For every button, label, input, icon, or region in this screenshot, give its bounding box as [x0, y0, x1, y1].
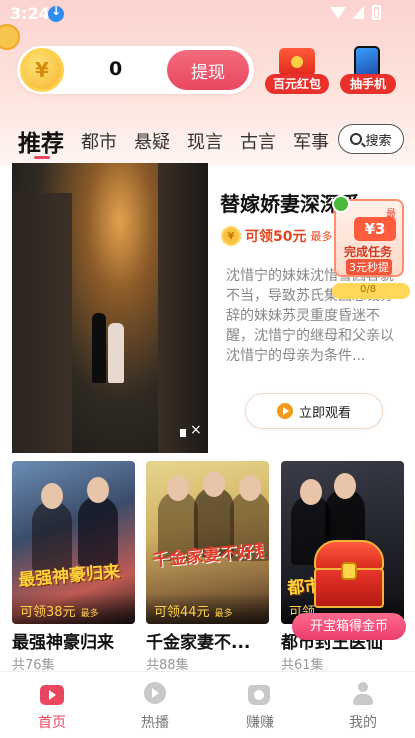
play-icon [276, 403, 293, 419]
video-scene [12, 193, 72, 453]
nav-icon [143, 682, 167, 706]
card-reward-suffix: 最多 [80, 609, 99, 619]
card-reward-suffix: 最多 [214, 609, 233, 619]
nav-item-profile[interactable]: 我的 [328, 680, 398, 735]
coin-icon: ¥ [221, 226, 241, 246]
chest-lock-icon [341, 562, 357, 580]
poster-figure [167, 475, 189, 501]
poster-figure [32, 501, 72, 571]
task-progress-text: 0/8 [360, 284, 377, 295]
reward-suffix: 最多 [310, 230, 333, 243]
card-title[interactable]: 千金家妻不... [146, 628, 269, 653]
card-reward: 可领38元 最多 [12, 593, 135, 624]
video-scene [108, 323, 124, 383]
active-tab-indicator [34, 156, 50, 159]
poster-figure [41, 483, 63, 509]
tab-ancient-romance[interactable]: 古言 [240, 128, 276, 154]
poster-figure [78, 496, 118, 566]
treasure-chest-icon [314, 540, 384, 608]
featured-video-player[interactable] [12, 163, 208, 453]
tab-urban[interactable]: 都市 [81, 128, 117, 154]
promo-label: 百元红包 [265, 74, 329, 94]
battery-icon [372, 5, 381, 20]
poster-figure [334, 473, 356, 499]
coin-icon: ¥ [20, 48, 64, 92]
clock-icon [332, 195, 350, 213]
search-label: 搜索 [365, 133, 392, 149]
download-icon [48, 4, 64, 22]
tab-modern-romance[interactable]: 现言 [187, 128, 223, 154]
promo-label: 抽手机 [340, 74, 396, 94]
watch-now-button[interactable]: 立即观看 [245, 393, 383, 429]
nav-item-hot[interactable]: 热播 [120, 680, 190, 735]
bottom-nav: 首页 热播 赚赚 我的 [0, 671, 415, 738]
home-play-icon [40, 685, 64, 705]
hot-play-icon [144, 682, 166, 704]
nav-icon [40, 682, 64, 706]
status-time: 3:24 [10, 4, 50, 23]
reward-amount: 可领50元 [245, 229, 307, 245]
nav-icon [248, 682, 272, 706]
task-amount: ¥3 [354, 217, 396, 241]
search-icon [350, 133, 363, 145]
treasure-label[interactable]: 开宝箱得金币 [292, 613, 406, 640]
video-scene [92, 313, 106, 383]
nav-label: 首页 [38, 715, 66, 731]
nav-item-earn[interactable]: 赚赚 [225, 680, 295, 735]
withdraw-button[interactable]: 提现 [167, 50, 249, 90]
nav-icon [351, 682, 375, 706]
red-envelope-promo[interactable]: 百元红包 [265, 46, 329, 96]
earn-wallet-icon [248, 685, 270, 705]
red-envelope-icon [279, 48, 315, 76]
video-scene [158, 163, 208, 453]
poster-figure [239, 475, 261, 501]
tab-military[interactable]: 军事 [293, 128, 333, 154]
poster-figure [203, 471, 225, 497]
task-progress: 0/8 [332, 283, 410, 299]
poster-figure [300, 479, 322, 505]
nav-label: 热播 [141, 715, 169, 731]
card-reward-amount: 可领38元 [20, 605, 76, 620]
signal-icon [352, 6, 364, 19]
task-line2: 3元秒提 [346, 259, 392, 275]
nav-label: 赚赚 [246, 715, 274, 731]
card-title[interactable]: 最强神豪归来 [12, 628, 135, 653]
poster-figure [87, 477, 109, 503]
treasure-chest-widget[interactable]: 开宝箱得金币 [292, 540, 407, 640]
task-line1: 完成任务 [344, 245, 393, 259]
watch-now-label: 立即观看 [298, 405, 351, 421]
drama-poster[interactable]: 千金家妻不好惹 可领44元 最多 [146, 461, 269, 624]
card-reward: 可领44元 最多 [146, 593, 269, 624]
task-reward-widget[interactable]: 最高 ¥3 完成任务 3元秒提 0/8 [332, 195, 410, 300]
nav-label: 我的 [349, 715, 377, 731]
category-tabs: 推荐 都市 悬疑 现言 古言 军事 [0, 120, 340, 160]
nav-item-home[interactable]: 首页 [17, 680, 87, 735]
featured-reward: ¥ 可领50元 最多 [221, 225, 332, 247]
card-reward-amount: 可领44元 [154, 605, 210, 620]
tab-recommend[interactable]: 推荐 [18, 124, 64, 158]
tab-suspense[interactable]: 悬疑 [134, 128, 170, 154]
coin-balance-bar[interactable]: ¥ 0 提现 [17, 46, 254, 94]
status-bar: 3:24 [0, 0, 415, 30]
phone-prize-promo[interactable]: 抽手机 [340, 46, 396, 96]
profile-icon [351, 682, 375, 706]
drama-poster[interactable]: 最强神豪归来 可领38元 最多 [12, 461, 135, 624]
search-button[interactable]: 搜索 [338, 124, 404, 154]
wifi-icon [330, 7, 346, 19]
coin-count: 0 [109, 58, 123, 80]
mute-icon[interactable] [180, 422, 202, 441]
